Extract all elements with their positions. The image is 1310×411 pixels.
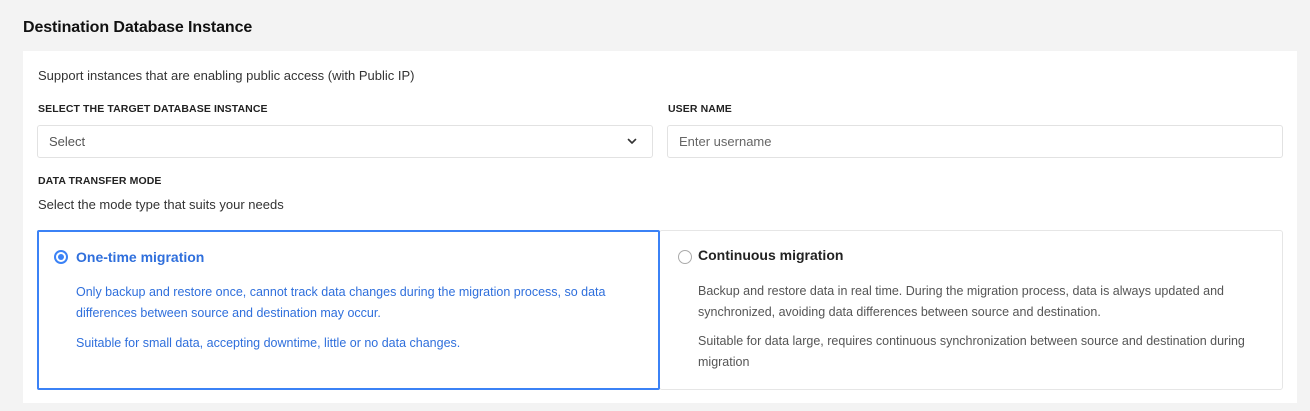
username-input[interactable] <box>667 125 1283 158</box>
destination-card: Support instances that are enabling publ… <box>23 51 1297 403</box>
target-instance-label: SELECT THE TARGET DATABASE INSTANCE <box>38 103 268 115</box>
username-label: USER NAME <box>668 103 732 115</box>
option-suitability: Suitable for small data, accepting downt… <box>76 336 461 350</box>
target-instance-select[interactable]: Select <box>37 125 653 158</box>
chevron-down-icon <box>618 138 646 145</box>
option-description: Backup and restore data in real time. Du… <box>698 284 1224 319</box>
section-title: Destination Database Instance <box>23 19 253 36</box>
option-suitability: Suitable for data large, requires contin… <box>698 334 1245 369</box>
support-text: Support instances that are enabling publ… <box>38 68 415 83</box>
radio-selected-icon[interactable] <box>54 250 68 264</box>
transfer-mode-subtitle: Select the mode type that suits your nee… <box>38 197 284 212</box>
target-instance-value: Select <box>49 134 86 149</box>
radio-unselected-icon[interactable] <box>678 250 692 264</box>
option-title: One-time migration <box>76 249 205 265</box>
option-title: Continuous migration <box>698 247 844 263</box>
option-description: Only backup and restore once, cannot tra… <box>76 285 606 320</box>
option-one-time-migration[interactable]: One-time migration Only backup and resto… <box>37 230 660 390</box>
transfer-mode-label: DATA TRANSFER MODE <box>38 175 162 187</box>
option-continuous-migration[interactable]: Continuous migration Backup and restore … <box>659 230 1283 390</box>
